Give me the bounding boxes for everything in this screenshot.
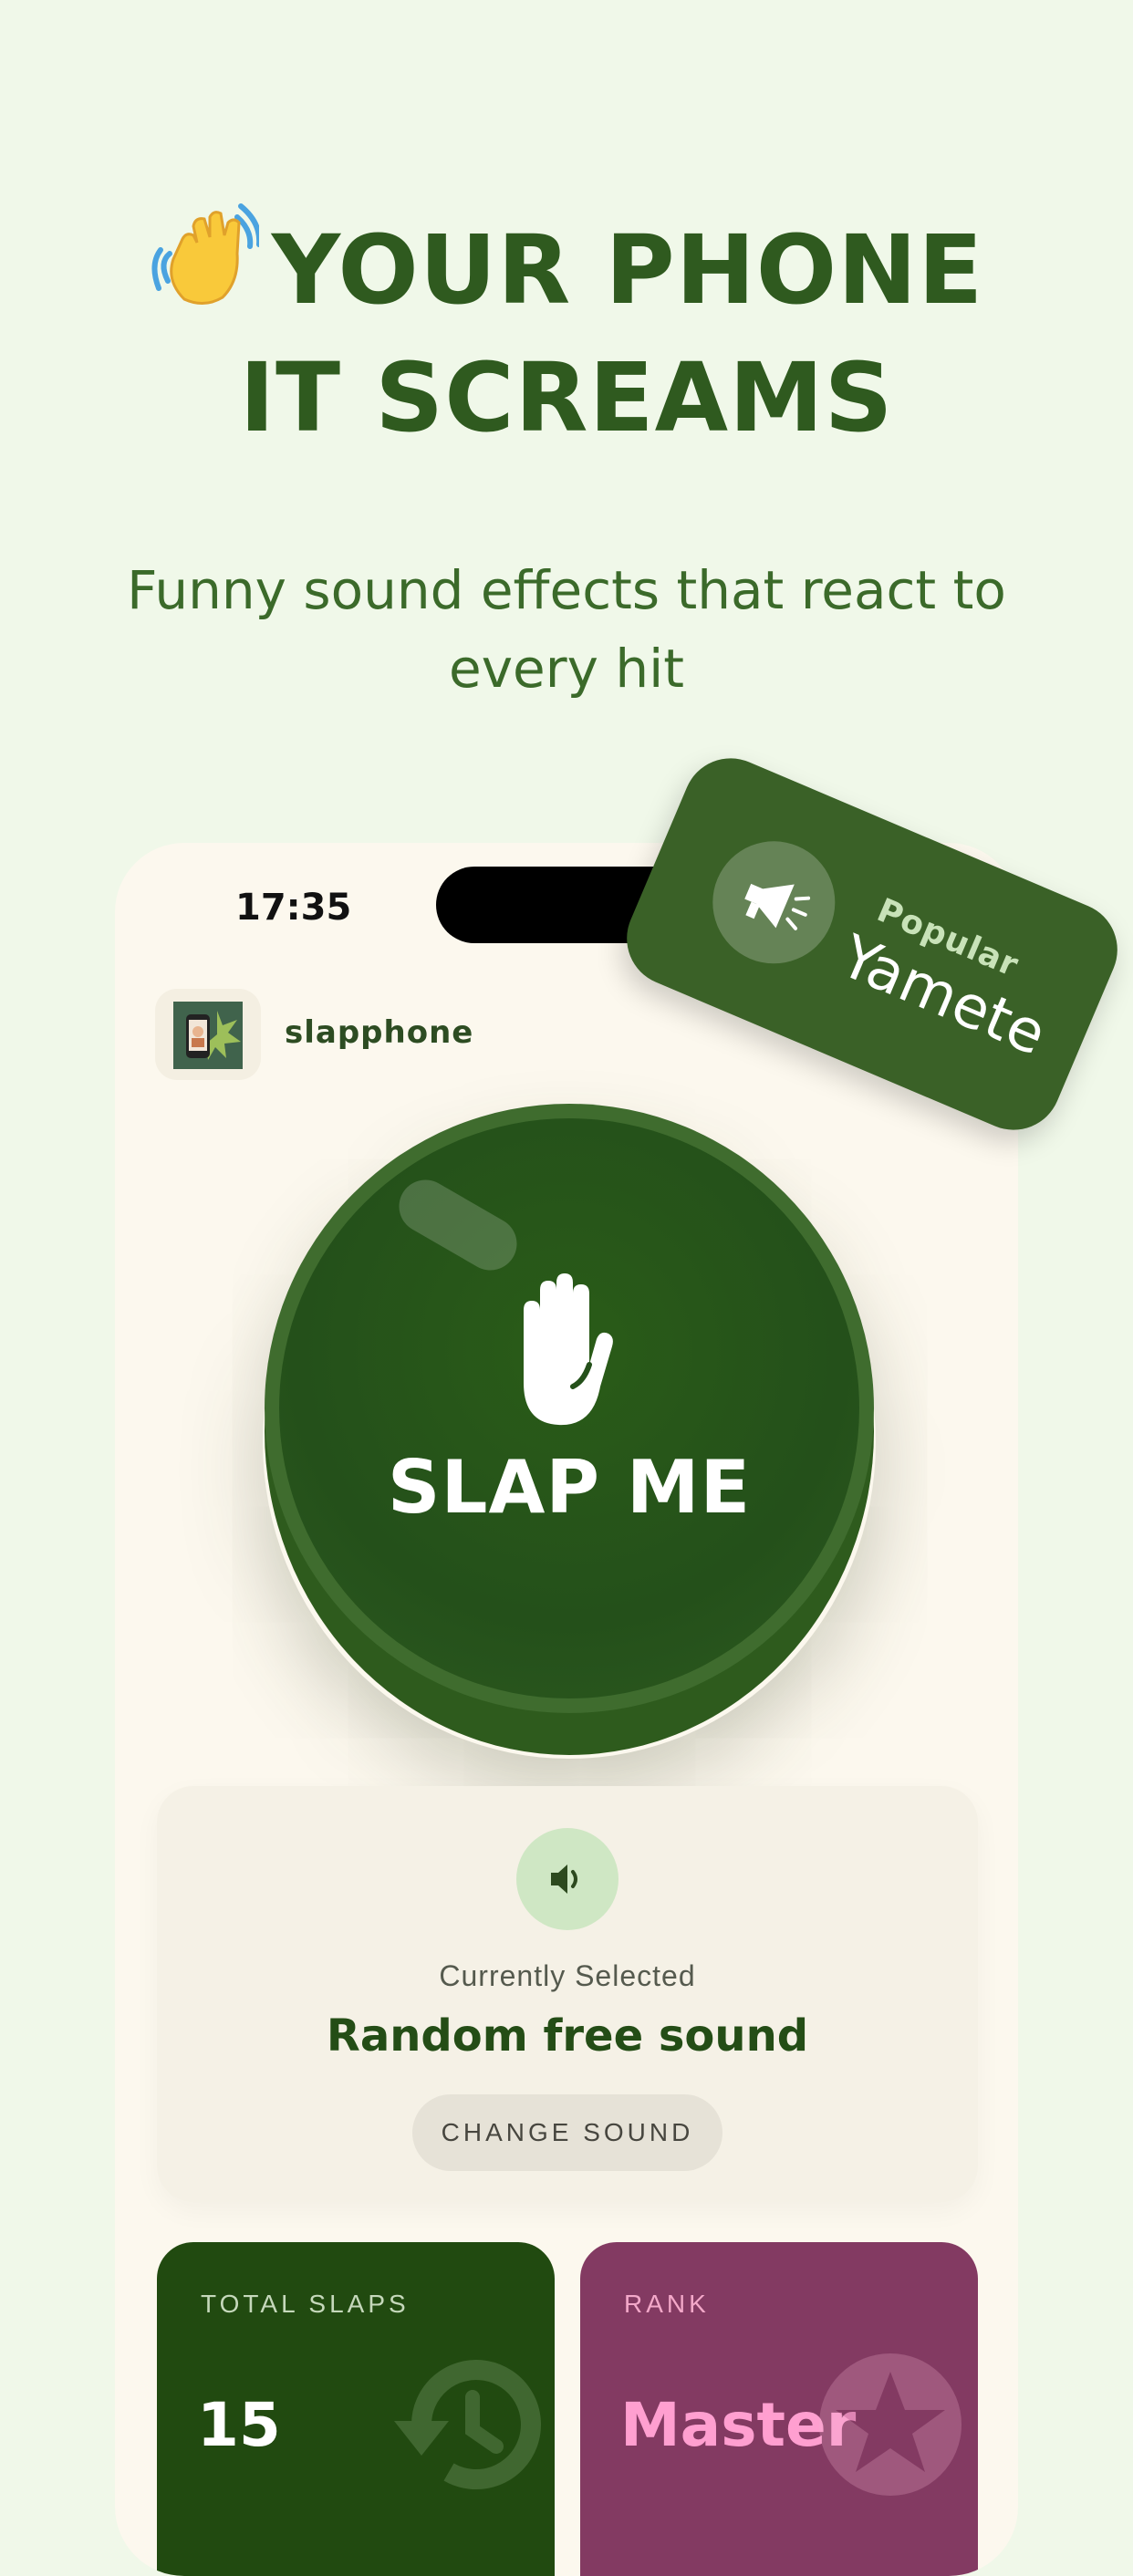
total-slaps-label: TOTAL SLAPS: [201, 2290, 410, 2318]
rank-label: RANK: [624, 2290, 710, 2318]
hero-subtitle: Funny sound effects that react to every …: [127, 559, 1006, 700]
app-name: slapphone: [285, 1014, 474, 1051]
headline-line-2: IT SCREAMS: [239, 342, 894, 453]
current-sound-name: Random free sound: [326, 2010, 809, 2062]
slap-button-label: SLAP ME: [387, 1445, 752, 1530]
app-logo-image: [173, 1002, 243, 1069]
status-time: 17:35: [235, 887, 352, 929]
hand-icon: [505, 1273, 615, 1431]
history-icon: [385, 2342, 549, 2511]
speaker-icon[interactable]: [516, 1828, 618, 1930]
headline-text-1: YOUR PHONE: [271, 214, 984, 326]
star-badge-icon: [808, 2342, 972, 2511]
megaphone-icon: [693, 822, 855, 983]
sound-card: Currently Selected Random free sound CHA…: [157, 1786, 978, 2202]
app-logo[interactable]: [155, 989, 261, 1080]
total-slaps-value: 15: [197, 2390, 281, 2460]
phone-mockup: 17:35 slapphone SLAP ME Currently Select…: [115, 843, 1018, 2576]
current-sound-caption: Currently Selected: [439, 1959, 696, 1992]
total-slaps-card: TOTAL SLAPS 15: [157, 2242, 555, 2576]
change-sound-button[interactable]: CHANGE SOUND: [412, 2094, 722, 2171]
rank-card: RANK Master: [580, 2242, 978, 2576]
headline-line-1: YOUR PHONE: [0, 199, 1133, 323]
waving-hand-icon: [150, 199, 262, 323]
